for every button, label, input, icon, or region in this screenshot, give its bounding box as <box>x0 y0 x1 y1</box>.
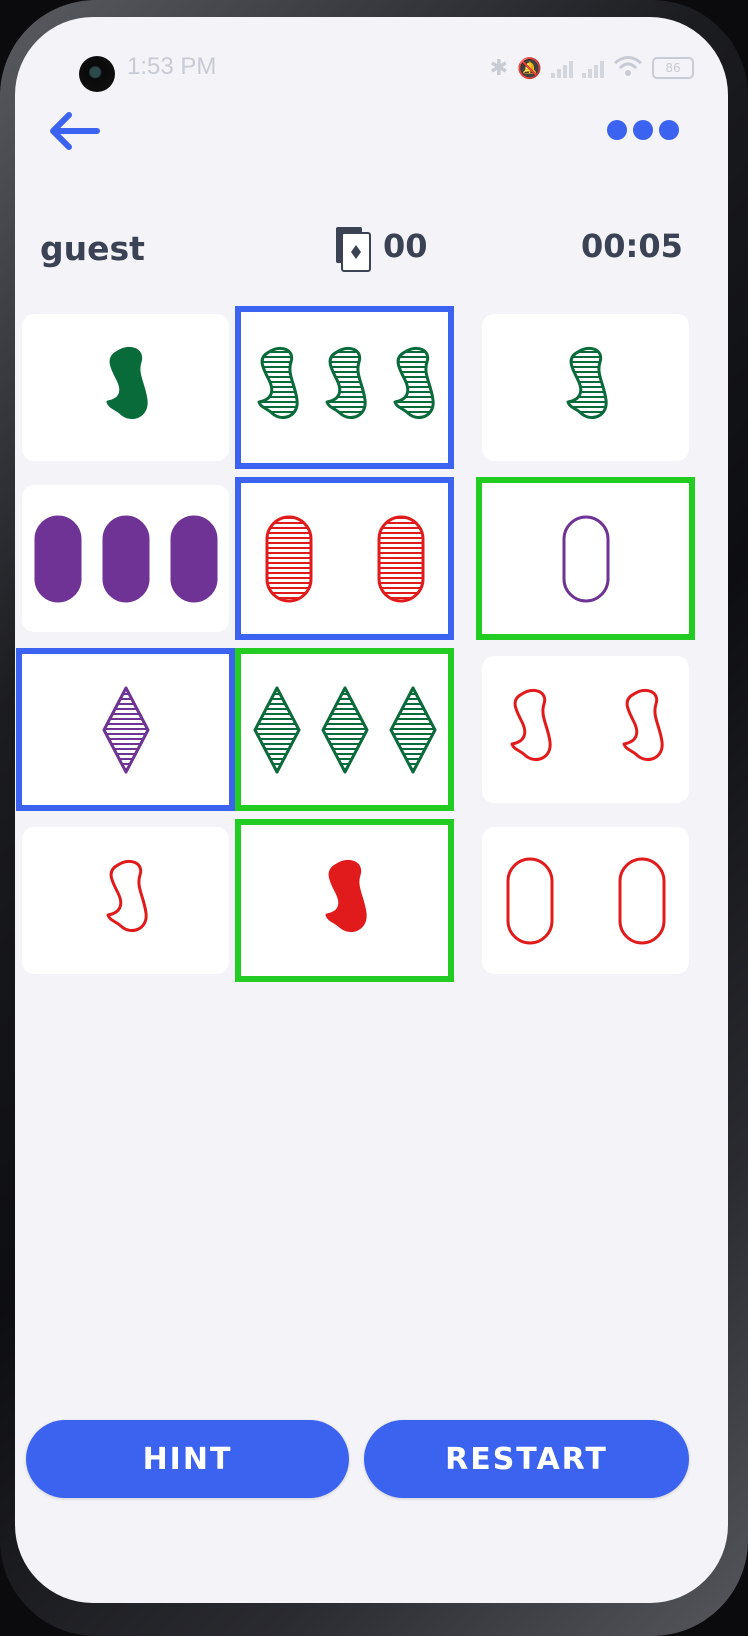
diamond-symbols <box>253 686 436 773</box>
diamond-symbol <box>253 686 300 773</box>
oval-symbol <box>102 515 149 602</box>
hint-button[interactable]: HINT <box>26 1420 349 1498</box>
oval-symbols <box>34 515 217 602</box>
squiggle-symbol <box>325 859 367 932</box>
screen: 1:53 PM ✱ 🔕 86 guest 00 00:05 HINT RESTA… <box>15 17 728 1603</box>
card[interactable] <box>235 306 454 469</box>
card[interactable] <box>22 314 229 461</box>
front-camera <box>79 56 115 92</box>
back-arrow-icon[interactable] <box>45 109 101 153</box>
oval-symbol <box>34 515 81 602</box>
squiggle-symbol <box>393 346 435 419</box>
mute-icon: 🔕 <box>517 56 542 80</box>
squiggle-symbols <box>106 859 148 932</box>
oval-symbol <box>618 857 665 944</box>
squiggle-symbols <box>257 346 435 419</box>
oval-symbol <box>377 515 424 602</box>
oval-symbol <box>562 515 609 602</box>
deck-count: 00 <box>383 227 428 265</box>
card[interactable] <box>482 314 689 461</box>
card[interactable] <box>16 648 235 811</box>
diamond-symbol <box>321 686 368 773</box>
squiggle-symbol <box>257 346 299 419</box>
squiggle-symbol <box>510 688 552 761</box>
oval-symbol <box>506 857 553 944</box>
squiggle-symbols <box>566 346 608 419</box>
card[interactable] <box>235 648 454 811</box>
timer: 00:05 <box>581 227 683 265</box>
status-time: 1:53 PM <box>127 53 217 80</box>
card[interactable] <box>235 819 454 982</box>
oval-symbols <box>506 857 665 944</box>
diamond-symbols <box>102 686 149 773</box>
card[interactable] <box>235 477 454 640</box>
oval-symbols <box>265 515 424 602</box>
squiggle-symbol <box>566 346 608 419</box>
squiggle-symbols <box>106 346 148 419</box>
wifi-icon <box>613 55 643 82</box>
squiggle-symbol <box>325 346 367 419</box>
squiggle-symbols <box>325 859 367 932</box>
squiggle-symbol <box>106 346 148 419</box>
squiggle-symbol <box>106 859 148 932</box>
status-icons: ✱ 🔕 86 <box>490 53 694 83</box>
oval-symbols <box>562 515 609 602</box>
bluetooth-icon: ✱ <box>489 55 509 81</box>
battery-icon: 86 <box>652 57 694 79</box>
diamond-symbol <box>389 686 436 773</box>
signal-icon <box>551 58 573 78</box>
oval-symbol <box>265 515 312 602</box>
squiggle-symbol <box>622 688 664 761</box>
card[interactable] <box>22 485 229 632</box>
player-name: guest <box>40 229 145 268</box>
squiggle-symbols <box>510 688 664 761</box>
card[interactable] <box>476 477 695 640</box>
restart-button[interactable]: RESTART <box>364 1420 689 1498</box>
card[interactable] <box>482 656 689 803</box>
signal-icon-2 <box>582 58 604 78</box>
card[interactable] <box>482 827 689 974</box>
diamond-symbol <box>102 686 149 773</box>
more-dots-icon[interactable] <box>607 117 679 143</box>
card[interactable] <box>22 827 229 974</box>
oval-symbol <box>170 515 217 602</box>
